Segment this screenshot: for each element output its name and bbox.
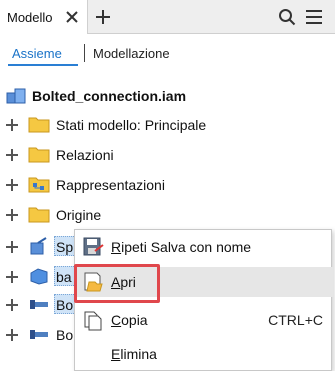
- spring-part-icon: [30, 237, 47, 255]
- menu-item-label: Copia: [111, 312, 148, 328]
- menu-item-label: Elimina: [111, 346, 157, 362]
- subtab-modellazione[interactable]: Modellazione: [93, 46, 170, 61]
- tree-item-label: Origine: [56, 207, 102, 223]
- menu-mnemonic: R: [111, 239, 122, 255]
- menu-label-rest: limina: [120, 346, 157, 362]
- tree-item-label: ba: [56, 269, 72, 285]
- close-icon[interactable]: [64, 9, 80, 25]
- expand-icon[interactable]: [5, 208, 19, 222]
- copy-icon: [84, 311, 102, 331]
- representations-folder-icon: [28, 177, 50, 193]
- part-icon: [30, 268, 48, 285]
- expand-icon[interactable]: [5, 148, 19, 162]
- menu-label-rest: opia: [121, 312, 148, 328]
- expand-icon[interactable]: [5, 178, 19, 192]
- tree-item-stati-modello[interactable]: Stati modello: Principale: [0, 110, 335, 140]
- menu-mnemonic: E: [111, 346, 121, 362]
- tree-item-label: Stati modello: Principale: [56, 117, 207, 133]
- plus-icon[interactable]: [95, 9, 111, 25]
- expand-icon[interactable]: [5, 298, 19, 312]
- highlight-box: [74, 264, 160, 303]
- bolt-icon: [30, 330, 48, 339]
- bolt-icon: [30, 300, 48, 309]
- expand-icon[interactable]: [5, 270, 19, 284]
- save-icon: [83, 237, 104, 256]
- tree-item-label: Bo: [56, 297, 74, 313]
- tree-item-label: Sp: [56, 239, 74, 255]
- tree-item-relazioni[interactable]: Relazioni: [0, 140, 335, 170]
- menu-item-ripeti-salva[interactable]: Ripeti Salva con nome: [75, 232, 333, 262]
- tree-item-label: Bo: [56, 327, 74, 343]
- menu-item-copia[interactable]: Copia CTRL+C: [75, 305, 333, 335]
- menu-item-elimina[interactable]: Elimina: [75, 339, 333, 369]
- tree-item-origine[interactable]: Origine: [0, 200, 335, 230]
- folder-icon: [28, 147, 50, 163]
- expand-icon[interactable]: [5, 240, 19, 254]
- panel-header: Modello: [0, 0, 335, 34]
- assembly-icon: [6, 88, 26, 104]
- tree-item-label: Relazioni: [56, 147, 114, 163]
- folder-icon: [28, 207, 50, 223]
- tree-root-label[interactable]: Bolted_connection.iam: [32, 88, 186, 104]
- expand-icon[interactable]: [5, 118, 19, 132]
- tab-label: Modello: [7, 9, 53, 25]
- menu-label-rest: ipeti Salva con nome: [121, 239, 252, 255]
- tree-item-rappresentazioni[interactable]: Rappresentazioni: [0, 170, 335, 200]
- subtab-assieme[interactable]: Assieme: [12, 46, 62, 61]
- tree-item-label: Rappresentazioni: [56, 177, 165, 193]
- expand-icon[interactable]: [5, 328, 19, 342]
- search-icon[interactable]: [278, 8, 296, 26]
- subtab-separator: [84, 44, 85, 62]
- menu-item-label: Ripeti Salva con nome: [111, 239, 251, 255]
- menu-mnemonic: C: [111, 312, 122, 328]
- active-subtab-indicator: [8, 64, 78, 66]
- menu-item-shortcut: CTRL+C: [268, 312, 323, 328]
- menu-icon[interactable]: [305, 9, 323, 25]
- folder-icon: [28, 117, 50, 133]
